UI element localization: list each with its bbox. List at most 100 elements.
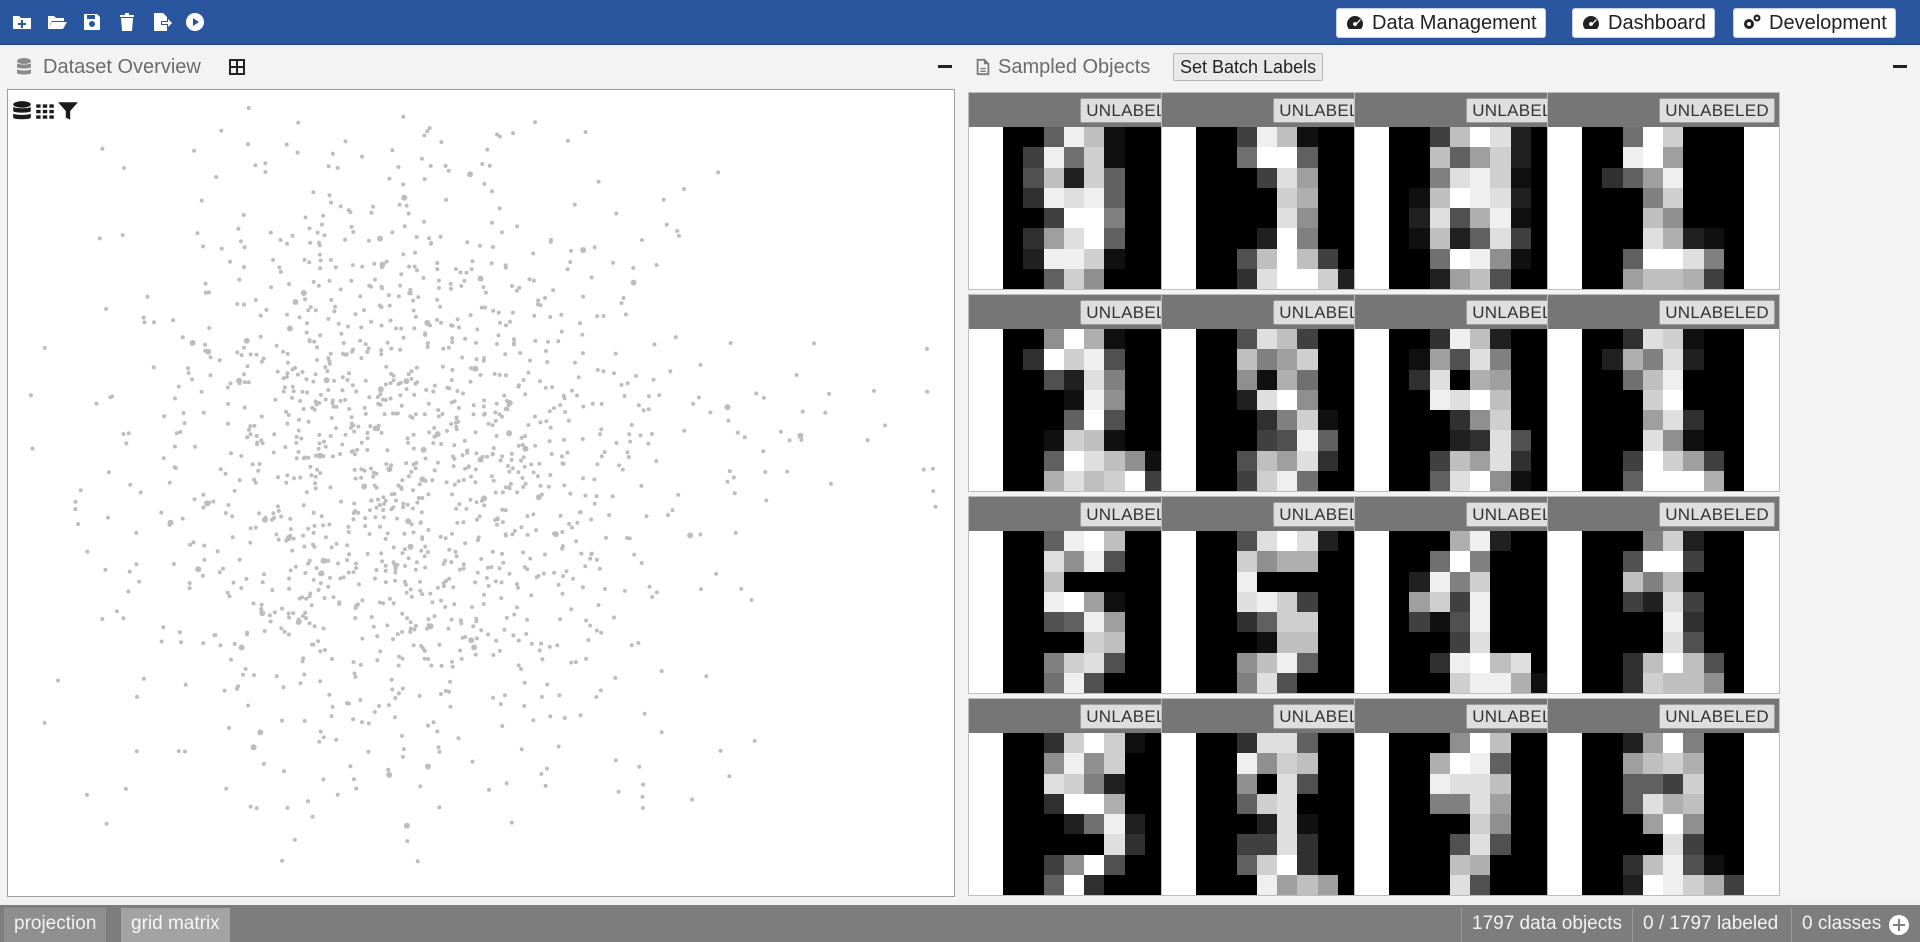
data-point[interactable] xyxy=(104,306,109,311)
data-point[interactable] xyxy=(468,637,475,644)
data-point[interactable] xyxy=(461,391,466,396)
data-point[interactable] xyxy=(474,517,479,522)
data-point[interactable] xyxy=(267,613,272,618)
data-point[interactable] xyxy=(452,443,457,448)
data-point[interactable] xyxy=(409,594,414,599)
data-point[interactable] xyxy=(616,789,621,794)
data-point[interactable] xyxy=(302,672,307,677)
data-point[interactable] xyxy=(539,771,544,776)
data-point[interactable] xyxy=(343,237,347,242)
data-point[interactable] xyxy=(572,202,577,207)
data-point[interactable] xyxy=(515,490,520,495)
data-point[interactable] xyxy=(463,466,468,471)
data-point[interactable] xyxy=(333,265,338,270)
data-point[interactable] xyxy=(304,330,309,335)
data-point[interactable] xyxy=(571,576,576,581)
data-point[interactable] xyxy=(369,498,373,503)
data-point[interactable] xyxy=(614,441,619,445)
data-point[interactable] xyxy=(550,385,555,390)
data-point[interactable] xyxy=(286,632,291,637)
data-point[interactable] xyxy=(245,630,250,635)
data-point[interactable] xyxy=(379,284,384,289)
data-point[interactable] xyxy=(391,378,396,383)
minimize-button[interactable] xyxy=(1890,56,1910,76)
data-point[interactable] xyxy=(311,379,316,384)
data-point[interactable] xyxy=(399,326,404,331)
data-point[interactable] xyxy=(319,222,324,227)
data-point[interactable] xyxy=(425,345,430,349)
data-point[interactable] xyxy=(426,528,431,532)
data-point[interactable] xyxy=(484,576,489,580)
data-point[interactable] xyxy=(400,478,405,483)
data-point[interactable] xyxy=(141,315,146,320)
data-point[interactable] xyxy=(708,410,713,415)
data-point[interactable] xyxy=(731,475,736,480)
data-point[interactable] xyxy=(377,524,382,529)
data-point[interactable] xyxy=(167,480,172,485)
data-point[interactable] xyxy=(398,393,403,398)
data-point[interactable] xyxy=(548,473,553,477)
data-point[interactable] xyxy=(449,617,454,622)
data-point[interactable] xyxy=(491,478,496,483)
data-point[interactable] xyxy=(263,170,268,174)
data-point[interactable] xyxy=(312,624,317,629)
data-point[interactable] xyxy=(374,568,379,572)
data-point[interactable] xyxy=(199,389,204,394)
data-point[interactable] xyxy=(462,438,467,443)
data-point[interactable] xyxy=(248,804,253,809)
data-point[interactable] xyxy=(219,128,224,133)
data-point[interactable] xyxy=(387,176,392,181)
data-point[interactable] xyxy=(237,381,242,386)
data-point[interactable] xyxy=(575,520,580,525)
data-point[interactable] xyxy=(499,596,504,601)
data-point[interactable] xyxy=(547,644,552,649)
data-point[interactable] xyxy=(276,537,281,542)
data-point[interactable] xyxy=(420,446,427,453)
data-point[interactable] xyxy=(548,239,553,244)
data-point[interactable] xyxy=(380,265,384,270)
data-point[interactable] xyxy=(673,335,678,340)
data-point[interactable] xyxy=(180,335,185,340)
data-point[interactable] xyxy=(470,759,475,764)
data-point[interactable] xyxy=(439,663,444,668)
data-point[interactable] xyxy=(161,456,166,461)
data-point[interactable] xyxy=(548,315,553,319)
data-point[interactable] xyxy=(422,133,427,138)
data-point[interactable] xyxy=(381,601,386,606)
data-point[interactable] xyxy=(504,323,508,328)
data-point[interactable] xyxy=(416,496,421,500)
data-point[interactable] xyxy=(334,404,339,409)
data-point[interactable] xyxy=(208,373,213,378)
data-point[interactable] xyxy=(396,691,401,696)
data-point[interactable] xyxy=(497,648,502,653)
data-point[interactable] xyxy=(385,448,390,453)
data-point[interactable] xyxy=(376,235,383,242)
data-point[interactable] xyxy=(242,245,247,250)
data-point[interactable] xyxy=(369,319,374,324)
data-point[interactable] xyxy=(330,151,335,156)
data-point[interactable] xyxy=(474,500,479,505)
data-point[interactable] xyxy=(439,442,444,446)
data-point[interactable] xyxy=(279,514,284,519)
data-point[interactable] xyxy=(545,360,550,365)
data-point[interactable] xyxy=(565,138,570,143)
data-point[interactable] xyxy=(512,528,517,533)
data-point[interactable] xyxy=(698,532,703,537)
data-point[interactable] xyxy=(828,481,833,486)
data-point[interactable] xyxy=(346,208,351,213)
data-point[interactable] xyxy=(525,532,530,537)
data-point[interactable] xyxy=(338,452,343,456)
data-point[interactable] xyxy=(414,560,419,565)
data-point[interactable] xyxy=(350,383,355,388)
data-point[interactable] xyxy=(372,710,377,714)
data-point[interactable] xyxy=(182,421,187,426)
scatter-plot[interactable] xyxy=(8,90,954,896)
data-point[interactable] xyxy=(377,600,382,605)
data-point[interactable] xyxy=(201,410,206,415)
data-point[interactable] xyxy=(559,312,564,317)
data-point[interactable] xyxy=(761,449,766,454)
data-point[interactable] xyxy=(718,748,723,753)
data-point[interactable] xyxy=(408,587,413,592)
data-point[interactable] xyxy=(343,432,348,437)
data-point[interactable] xyxy=(629,422,634,427)
